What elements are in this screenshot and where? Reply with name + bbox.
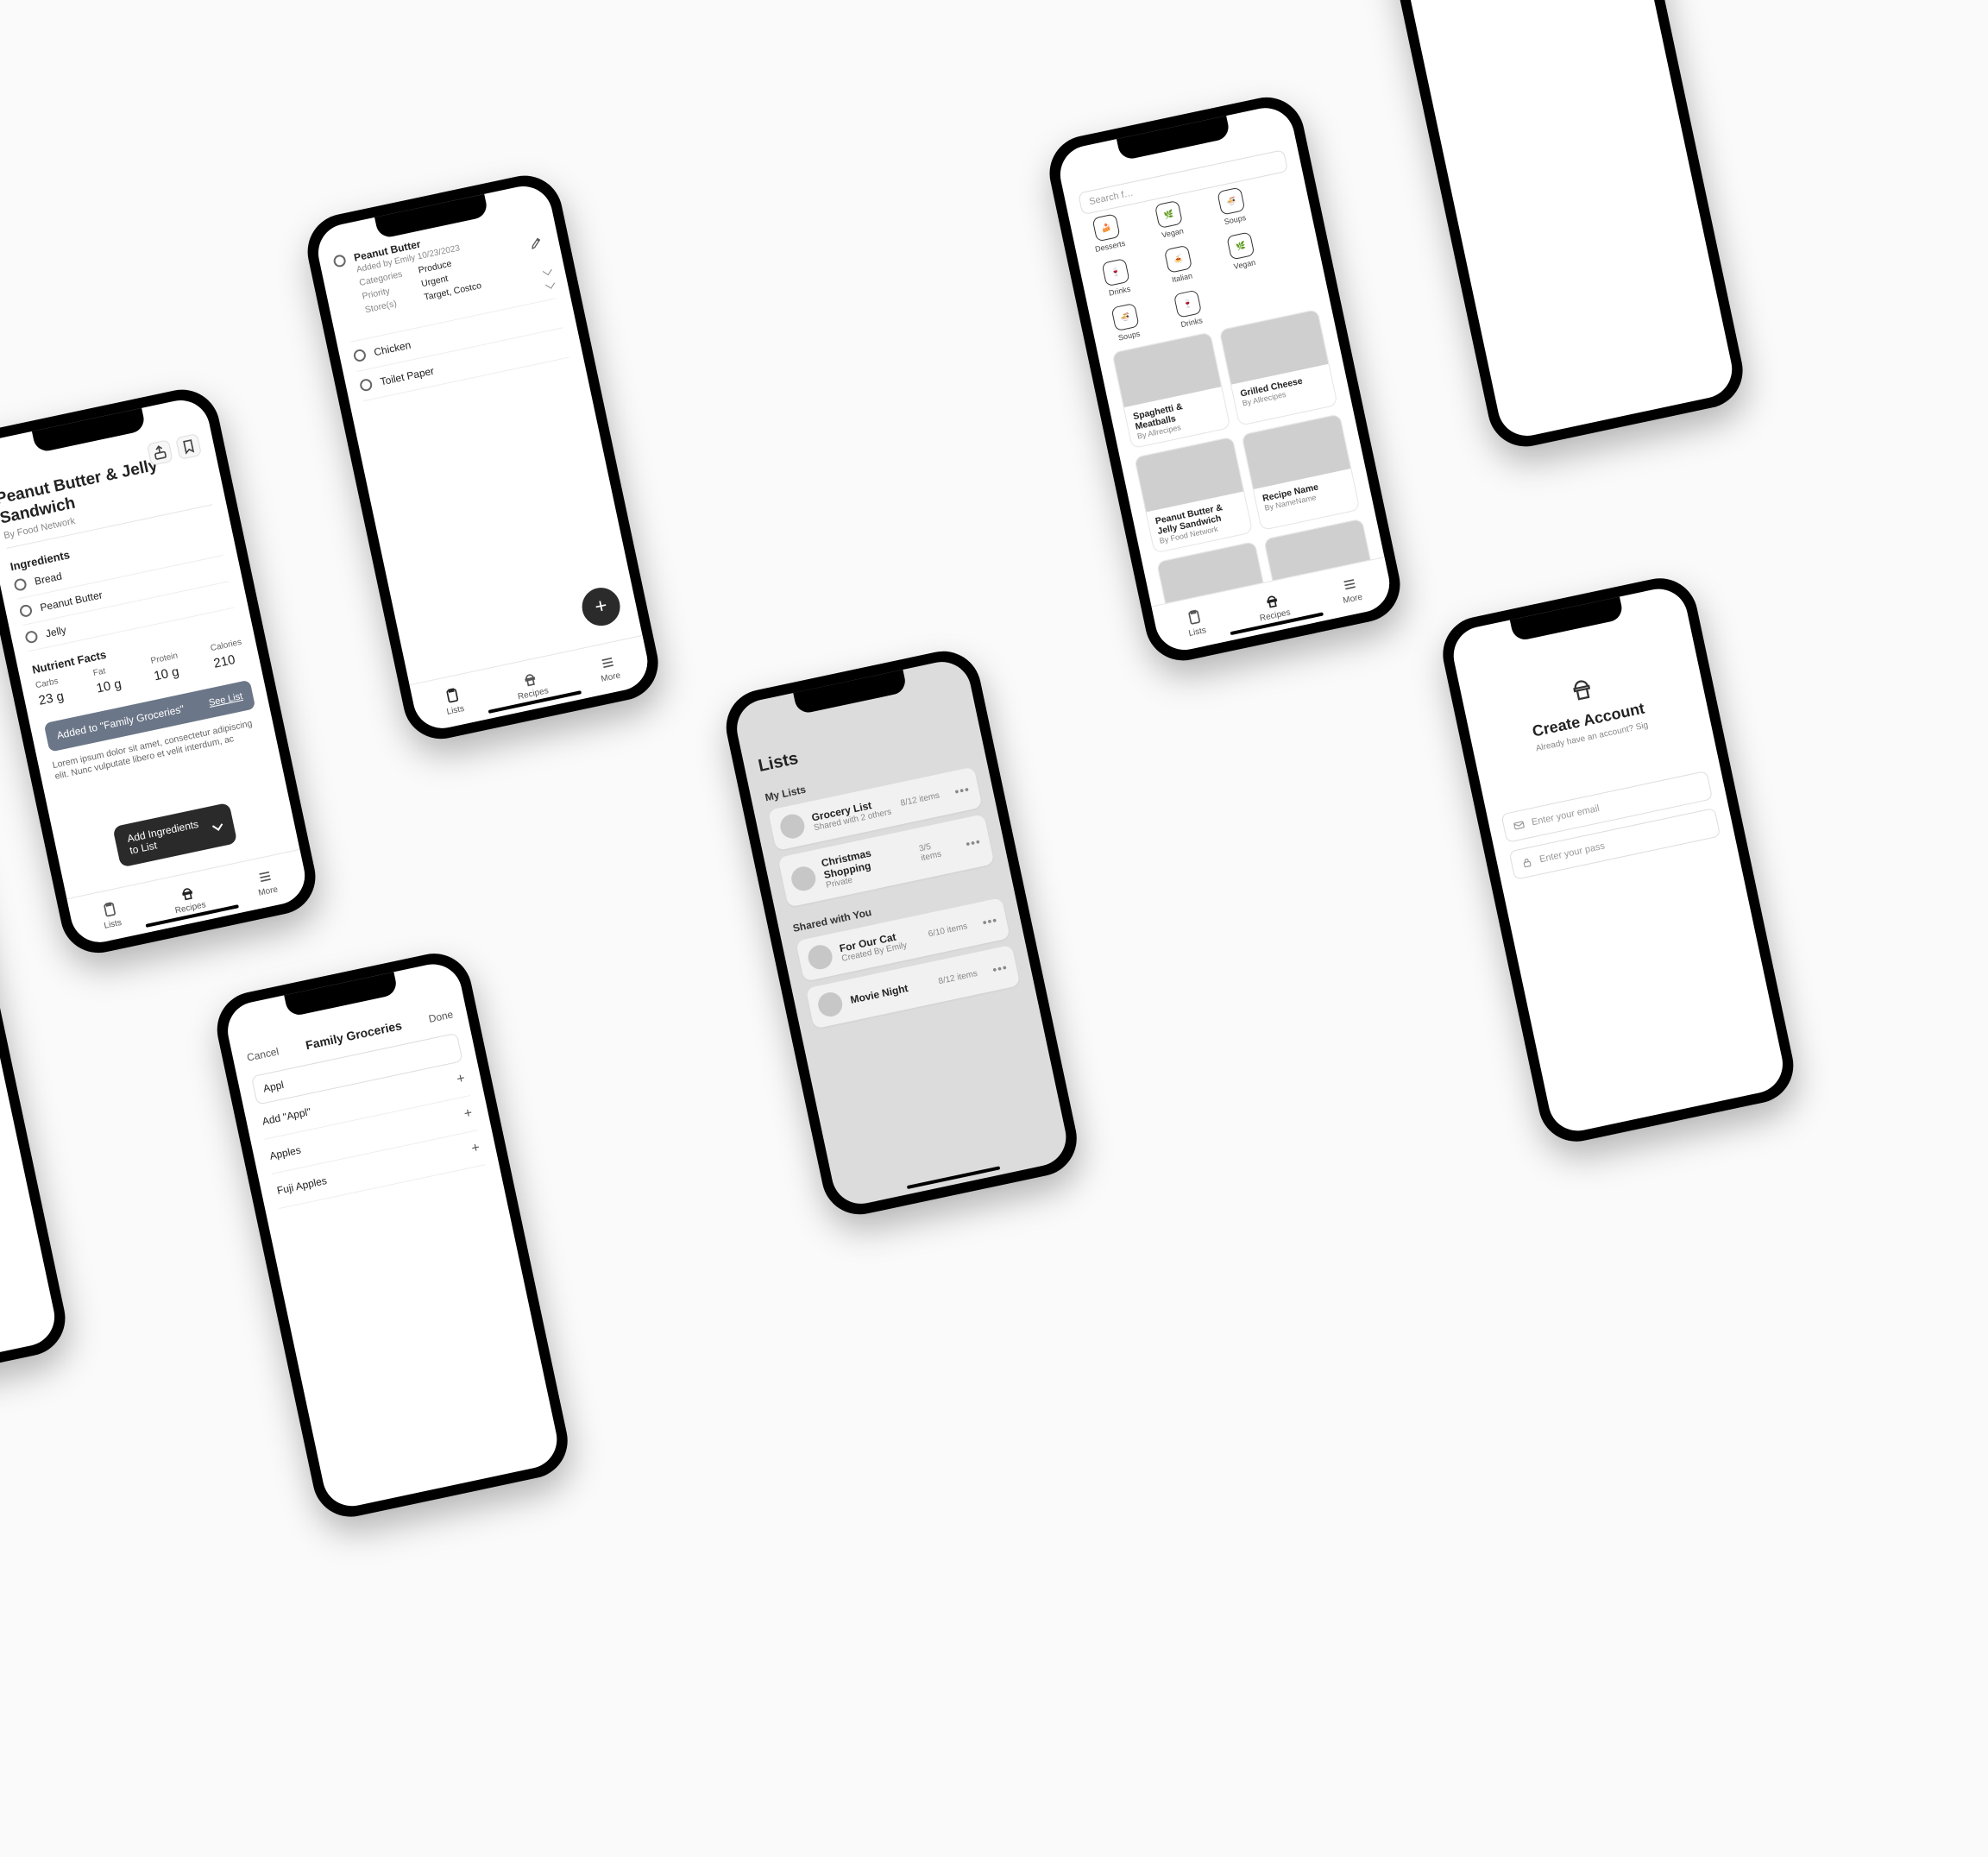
category-chip[interactable]: 🍷Drinks [1093,256,1141,299]
cancel-button[interactable]: Cancel [246,1045,280,1063]
chef-hat-icon [1564,671,1599,706]
plus-icon[interactable]: + [470,1140,481,1157]
category-chip[interactable]: 🍜Soups [1208,185,1255,228]
drink-icon: 🍷 [1101,258,1129,286]
category-chip[interactable]: 🍜Soups [1103,301,1150,344]
avatar [806,943,834,972]
tab-lists[interactable]: Lists [67,883,155,947]
radio-icon[interactable] [24,629,39,644]
recipe-card[interactable]: Grilled CheeseBy Allrecipes [1219,309,1338,426]
recipe-card[interactable]: Peanut Butter & Jelly SandwichBy Food Ne… [1134,437,1253,554]
bowl-icon: 🍝 [1164,245,1192,274]
radio-icon[interactable] [353,349,368,363]
soup-icon: 🍜 [1110,303,1139,331]
share-icon[interactable] [147,439,173,466]
radio-icon[interactable] [359,378,374,393]
category-chip[interactable]: 🍰Desserts [1084,211,1131,255]
category-chip[interactable]: 🌿Vegan [1146,198,1193,242]
radio-icon[interactable] [19,603,34,618]
mail-icon [1512,818,1526,833]
lock-icon [1519,855,1534,870]
edit-icon[interactable] [528,235,544,251]
soup-icon: 🍜 [1217,186,1245,215]
bookmark-icon[interactable] [175,433,202,460]
more-icon[interactable]: ••• [953,782,972,798]
category-chip[interactable]: 🌿Vegan [1217,230,1265,273]
avatar [790,864,818,892]
recipe-card[interactable]: Spaghetti & MeatballsBy Allrecipes [1111,331,1230,449]
category-chip[interactable]: 🍷Drinks [1165,287,1212,330]
avatar [816,990,845,1018]
leaf-icon: 🌿 [1226,231,1255,260]
more-icon[interactable]: ••• [965,834,983,850]
radio-icon[interactable] [332,254,347,268]
recipe-card[interactable]: Recipe NameBy NameName [1241,413,1360,531]
avatar [778,812,807,840]
more-icon[interactable]: ••• [981,913,999,929]
category-chip[interactable]: 🍝Italian [1155,243,1203,286]
cake-icon: 🍰 [1092,213,1120,242]
plus-icon[interactable]: + [462,1105,474,1123]
chevron-down-icon [546,280,555,291]
chevron-down-icon [543,266,551,277]
leaf-icon: 🌿 [1154,200,1183,229]
plus-icon[interactable]: + [456,1071,467,1088]
drink-icon: 🍷 [1173,290,1202,318]
add-fab[interactable]: + [579,584,624,629]
see-list-link[interactable]: See List [208,691,243,708]
tab-lists[interactable]: Lists [410,669,498,733]
radio-icon[interactable] [13,577,28,592]
done-button[interactable]: Done [427,1008,454,1025]
more-icon[interactable]: ••• [991,960,1010,977]
chevron-down-icon [212,819,223,833]
